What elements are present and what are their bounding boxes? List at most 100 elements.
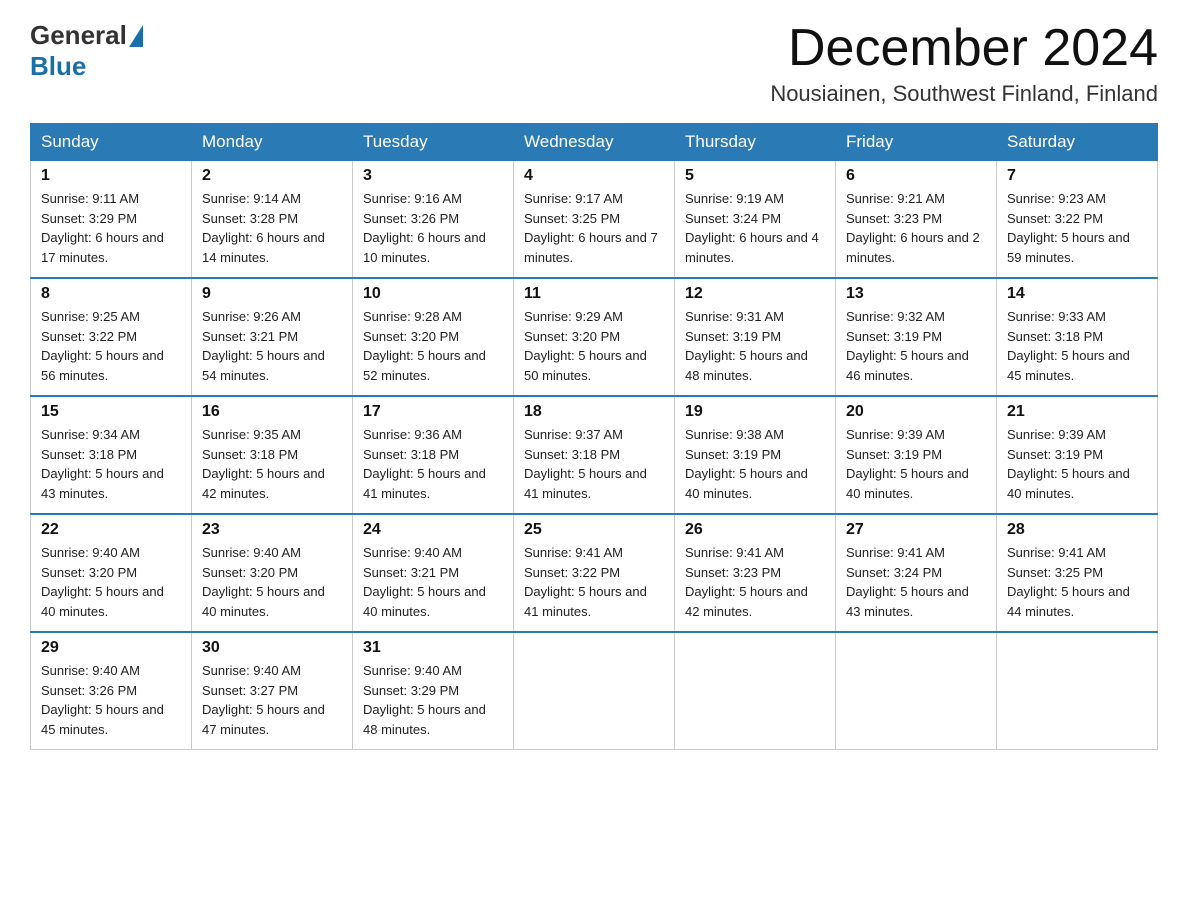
day-number: 26 <box>685 521 825 539</box>
calendar-day: 31 Sunrise: 9:40 AM Sunset: 3:29 PM Dayl… <box>353 632 514 750</box>
day-info: Sunrise: 9:29 AM Sunset: 3:20 PM Dayligh… <box>524 307 664 385</box>
day-info: Sunrise: 9:34 AM Sunset: 3:18 PM Dayligh… <box>41 425 181 503</box>
day-number: 22 <box>41 521 181 539</box>
calendar-week-4: 22 Sunrise: 9:40 AM Sunset: 3:20 PM Dayl… <box>31 514 1158 632</box>
calendar-day: 24 Sunrise: 9:40 AM Sunset: 3:21 PM Dayl… <box>353 514 514 632</box>
day-info: Sunrise: 9:36 AM Sunset: 3:18 PM Dayligh… <box>363 425 503 503</box>
header-thursday: Thursday <box>675 124 836 161</box>
day-info: Sunrise: 9:37 AM Sunset: 3:18 PM Dayligh… <box>524 425 664 503</box>
calendar-day: 1 Sunrise: 9:11 AM Sunset: 3:29 PM Dayli… <box>31 161 192 279</box>
calendar-day: 2 Sunrise: 9:14 AM Sunset: 3:28 PM Dayli… <box>192 161 353 279</box>
calendar-day <box>997 632 1158 750</box>
day-info: Sunrise: 9:14 AM Sunset: 3:28 PM Dayligh… <box>202 189 342 267</box>
day-info: Sunrise: 9:25 AM Sunset: 3:22 PM Dayligh… <box>41 307 181 385</box>
calendar-day: 18 Sunrise: 9:37 AM Sunset: 3:18 PM Dayl… <box>514 396 675 514</box>
day-info: Sunrise: 9:33 AM Sunset: 3:18 PM Dayligh… <box>1007 307 1147 385</box>
header-saturday: Saturday <box>997 124 1158 161</box>
calendar-day: 16 Sunrise: 9:35 AM Sunset: 3:18 PM Dayl… <box>192 396 353 514</box>
day-number: 21 <box>1007 403 1147 421</box>
calendar-day: 5 Sunrise: 9:19 AM Sunset: 3:24 PM Dayli… <box>675 161 836 279</box>
calendar-table: Sunday Monday Tuesday Wednesday Thursday… <box>30 123 1158 750</box>
header-monday: Monday <box>192 124 353 161</box>
day-number: 7 <box>1007 167 1147 185</box>
calendar-day: 22 Sunrise: 9:40 AM Sunset: 3:20 PM Dayl… <box>31 514 192 632</box>
calendar-day: 3 Sunrise: 9:16 AM Sunset: 3:26 PM Dayli… <box>353 161 514 279</box>
calendar-day: 15 Sunrise: 9:34 AM Sunset: 3:18 PM Dayl… <box>31 396 192 514</box>
day-number: 1 <box>41 167 181 185</box>
day-number: 14 <box>1007 285 1147 303</box>
calendar-day: 21 Sunrise: 9:39 AM Sunset: 3:19 PM Dayl… <box>997 396 1158 514</box>
day-info: Sunrise: 9:16 AM Sunset: 3:26 PM Dayligh… <box>363 189 503 267</box>
day-number: 29 <box>41 639 181 657</box>
calendar-day: 20 Sunrise: 9:39 AM Sunset: 3:19 PM Dayl… <box>836 396 997 514</box>
day-info: Sunrise: 9:41 AM Sunset: 3:25 PM Dayligh… <box>1007 543 1147 621</box>
logo-blue-text: Blue <box>30 51 86 81</box>
month-title: December 2024 <box>770 20 1158 77</box>
day-info: Sunrise: 9:26 AM Sunset: 3:21 PM Dayligh… <box>202 307 342 385</box>
calendar-day: 11 Sunrise: 9:29 AM Sunset: 3:20 PM Dayl… <box>514 278 675 396</box>
day-info: Sunrise: 9:19 AM Sunset: 3:24 PM Dayligh… <box>685 189 825 267</box>
day-info: Sunrise: 9:40 AM Sunset: 3:26 PM Dayligh… <box>41 661 181 739</box>
calendar-day: 9 Sunrise: 9:26 AM Sunset: 3:21 PM Dayli… <box>192 278 353 396</box>
calendar-week-5: 29 Sunrise: 9:40 AM Sunset: 3:26 PM Dayl… <box>31 632 1158 750</box>
day-info: Sunrise: 9:40 AM Sunset: 3:27 PM Dayligh… <box>202 661 342 739</box>
day-number: 8 <box>41 285 181 303</box>
calendar-day: 27 Sunrise: 9:41 AM Sunset: 3:24 PM Dayl… <box>836 514 997 632</box>
day-info: Sunrise: 9:35 AM Sunset: 3:18 PM Dayligh… <box>202 425 342 503</box>
day-number: 2 <box>202 167 342 185</box>
header-row: Sunday Monday Tuesday Wednesday Thursday… <box>31 124 1158 161</box>
day-info: Sunrise: 9:41 AM Sunset: 3:23 PM Dayligh… <box>685 543 825 621</box>
calendar-day <box>675 632 836 750</box>
day-number: 4 <box>524 167 664 185</box>
day-number: 23 <box>202 521 342 539</box>
calendar-day: 25 Sunrise: 9:41 AM Sunset: 3:22 PM Dayl… <box>514 514 675 632</box>
day-info: Sunrise: 9:41 AM Sunset: 3:22 PM Dayligh… <box>524 543 664 621</box>
day-number: 16 <box>202 403 342 421</box>
day-info: Sunrise: 9:32 AM Sunset: 3:19 PM Dayligh… <box>846 307 986 385</box>
day-number: 12 <box>685 285 825 303</box>
day-number: 27 <box>846 521 986 539</box>
day-number: 20 <box>846 403 986 421</box>
day-number: 6 <box>846 167 986 185</box>
day-number: 5 <box>685 167 825 185</box>
day-info: Sunrise: 9:21 AM Sunset: 3:23 PM Dayligh… <box>846 189 986 267</box>
calendar-day: 14 Sunrise: 9:33 AM Sunset: 3:18 PM Dayl… <box>997 278 1158 396</box>
calendar-day: 26 Sunrise: 9:41 AM Sunset: 3:23 PM Dayl… <box>675 514 836 632</box>
day-number: 15 <box>41 403 181 421</box>
day-number: 11 <box>524 285 664 303</box>
day-info: Sunrise: 9:38 AM Sunset: 3:19 PM Dayligh… <box>685 425 825 503</box>
day-info: Sunrise: 9:39 AM Sunset: 3:19 PM Dayligh… <box>846 425 986 503</box>
day-info: Sunrise: 9:31 AM Sunset: 3:19 PM Dayligh… <box>685 307 825 385</box>
day-number: 9 <box>202 285 342 303</box>
day-number: 19 <box>685 403 825 421</box>
day-info: Sunrise: 9:40 AM Sunset: 3:20 PM Dayligh… <box>202 543 342 621</box>
day-number: 28 <box>1007 521 1147 539</box>
logo-triangle-icon <box>129 25 143 47</box>
page-header: General Blue December 2024 Nousiainen, S… <box>30 20 1158 107</box>
day-info: Sunrise: 9:41 AM Sunset: 3:24 PM Dayligh… <box>846 543 986 621</box>
calendar-day <box>514 632 675 750</box>
day-number: 31 <box>363 639 503 657</box>
day-info: Sunrise: 9:40 AM Sunset: 3:21 PM Dayligh… <box>363 543 503 621</box>
day-number: 3 <box>363 167 503 185</box>
calendar-day: 17 Sunrise: 9:36 AM Sunset: 3:18 PM Dayl… <box>353 396 514 514</box>
calendar-day: 7 Sunrise: 9:23 AM Sunset: 3:22 PM Dayli… <box>997 161 1158 279</box>
calendar-week-2: 8 Sunrise: 9:25 AM Sunset: 3:22 PM Dayli… <box>31 278 1158 396</box>
calendar-week-1: 1 Sunrise: 9:11 AM Sunset: 3:29 PM Dayli… <box>31 161 1158 279</box>
calendar-day: 13 Sunrise: 9:32 AM Sunset: 3:19 PM Dayl… <box>836 278 997 396</box>
calendar-day: 6 Sunrise: 9:21 AM Sunset: 3:23 PM Dayli… <box>836 161 997 279</box>
calendar-day: 30 Sunrise: 9:40 AM Sunset: 3:27 PM Dayl… <box>192 632 353 750</box>
calendar-day: 28 Sunrise: 9:41 AM Sunset: 3:25 PM Dayl… <box>997 514 1158 632</box>
calendar-day: 4 Sunrise: 9:17 AM Sunset: 3:25 PM Dayli… <box>514 161 675 279</box>
header-sunday: Sunday <box>31 124 192 161</box>
day-number: 24 <box>363 521 503 539</box>
location-title: Nousiainen, Southwest Finland, Finland <box>770 81 1158 107</box>
calendar-week-3: 15 Sunrise: 9:34 AM Sunset: 3:18 PM Dayl… <box>31 396 1158 514</box>
header-wednesday: Wednesday <box>514 124 675 161</box>
header-tuesday: Tuesday <box>353 124 514 161</box>
logo-general-text: General <box>30 20 127 51</box>
calendar-day <box>836 632 997 750</box>
day-number: 25 <box>524 521 664 539</box>
calendar-header: Sunday Monday Tuesday Wednesday Thursday… <box>31 124 1158 161</box>
calendar-day: 19 Sunrise: 9:38 AM Sunset: 3:19 PM Dayl… <box>675 396 836 514</box>
